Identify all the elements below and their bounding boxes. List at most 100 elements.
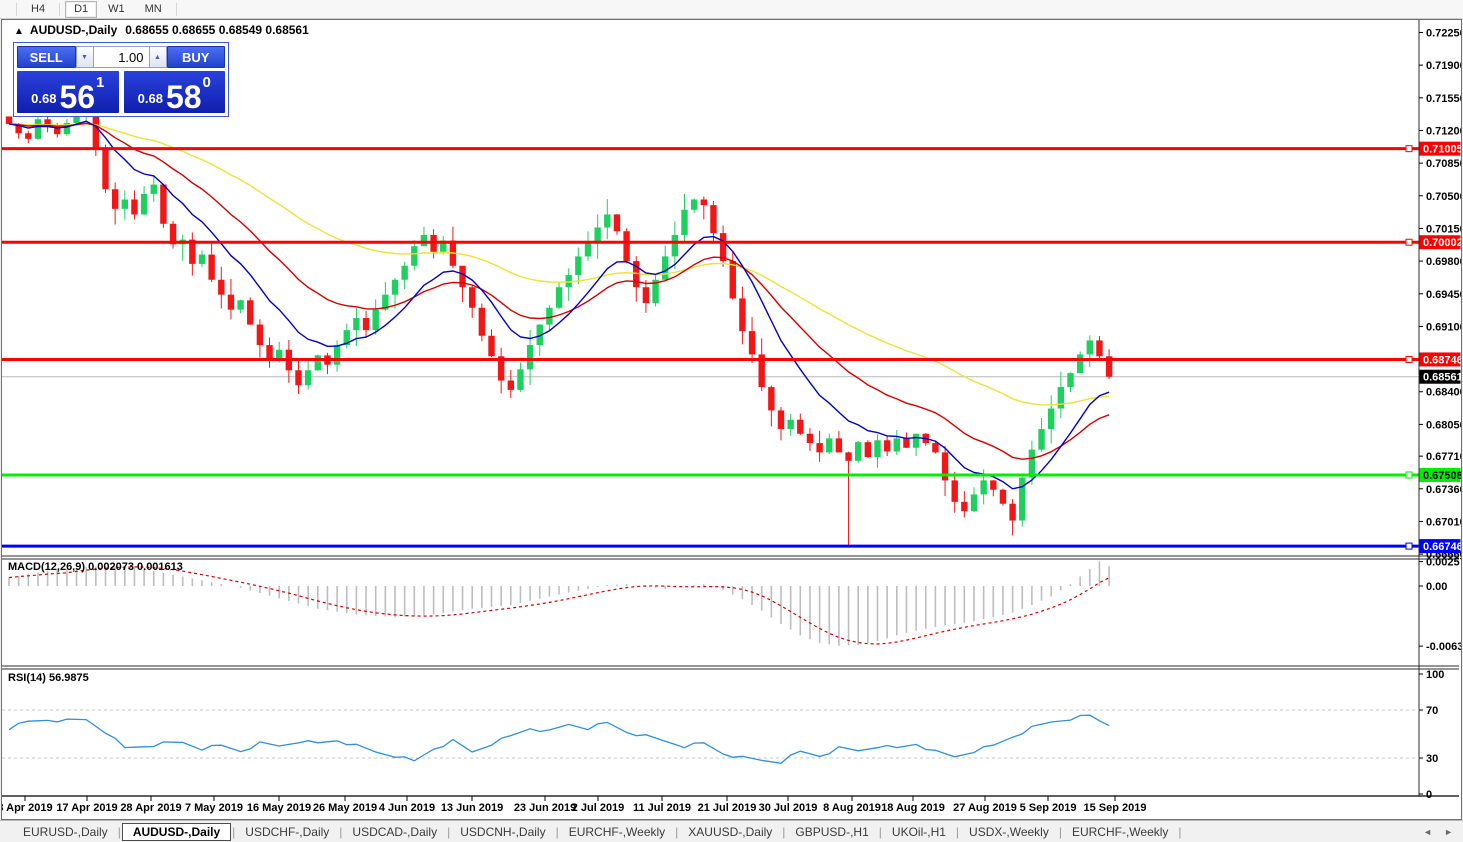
- price-tick-label: 0.71900: [1426, 60, 1461, 72]
- price-tick-label: 0.68400: [1426, 387, 1461, 399]
- candle-body: [835, 438, 843, 453]
- timeframe-button-mn[interactable]: MN: [136, 1, 171, 18]
- macd-tick-label: -0.006326: [1426, 641, 1461, 653]
- buy-button[interactable]: BUY: [166, 46, 225, 68]
- candle-body: [1009, 503, 1016, 521]
- candle-body: [333, 345, 341, 365]
- candle-body: [526, 345, 534, 370]
- candle-body: [951, 480, 958, 502]
- price-tick-label: 0.70850: [1426, 158, 1461, 170]
- chart-tab-gbpusd-h1[interactable]: GBPUSD-,H1: [786, 824, 877, 840]
- volume-input[interactable]: [93, 46, 149, 68]
- price-tick-label: 0.72250: [1426, 27, 1461, 39]
- candle-body: [575, 256, 582, 276]
- candle-body: [1067, 373, 1074, 388]
- sell-price-big: 56: [59, 78, 96, 115]
- candle-body: [304, 370, 312, 386]
- chart-tab-eurchf-weekly[interactable]: EURCHF-,Weekly: [560, 824, 674, 840]
- hline-anchor: [1405, 238, 1413, 246]
- chart-tab-xauusd-daily[interactable]: XAUUSD-,Daily: [679, 824, 781, 840]
- candle-body: [469, 287, 476, 308]
- candle-body: [777, 410, 785, 430]
- macd-indicator-label: MACD(12,26,9) 0.002073 0.001613: [8, 561, 183, 573]
- sell-quote-tile[interactable]: 0.68 56 1: [17, 71, 119, 113]
- price-tick-label: 0.67360: [1426, 484, 1461, 496]
- chart-tab-usdcad-daily[interactable]: USDCAD-,Daily: [343, 824, 446, 840]
- candle-body: [990, 480, 997, 490]
- macd-pane: 0.002574 0.00 -0.006326: [8, 557, 1461, 653]
- chart-window: 0.72250 0.71900 0.71550 0.71200 0.70850 0.705…: [1, 19, 1462, 820]
- chart-tab-audusd-daily[interactable]: AUDUSD-,Daily: [121, 822, 232, 841]
- date-tick-label: 16 May 2019: [247, 802, 311, 814]
- svg-text:0.68561: 0.68561: [1423, 372, 1461, 384]
- svg-text:0.66746: 0.66746: [1423, 541, 1461, 553]
- candle-body: [893, 438, 900, 452]
- date-tick-label: 21 Jul 2019: [698, 802, 757, 814]
- date-tick-label: 26 May 2019: [313, 802, 377, 814]
- candle-body: [362, 318, 370, 331]
- candle-body: [845, 452, 852, 461]
- candle-body: [1019, 477, 1026, 521]
- buy-price-big: 58: [165, 78, 202, 115]
- date-tick-label: 27 Aug 2019: [953, 802, 1017, 814]
- volume-increase-button[interactable]: ▲: [148, 46, 167, 68]
- candle-body: [1038, 429, 1045, 450]
- candle-body: [980, 480, 987, 495]
- date-tick-label: 4 Jun 2019: [379, 802, 435, 814]
- date-tick-label: 7 May 2019: [185, 802, 243, 814]
- candle-body: [420, 234, 428, 247]
- date-tick-label: 15 Sep 2019: [1084, 802, 1147, 814]
- chart-tab-eurusd-daily[interactable]: EURUSD-,Daily: [14, 824, 117, 840]
- buy-price-prefix: 0.68: [137, 91, 163, 106]
- candle-body: [1057, 387, 1065, 409]
- timeframe-button-w1[interactable]: W1: [99, 1, 134, 18]
- svg-text:0.70002: 0.70002: [1423, 237, 1461, 249]
- candle-body: [401, 265, 408, 280]
- chart-tab-usdchf-daily[interactable]: USDCHF-,Daily: [236, 824, 338, 840]
- candle-body: [748, 331, 756, 355]
- candle-body: [662, 256, 669, 280]
- candle-body: [797, 419, 804, 434]
- candle-body: [700, 199, 707, 206]
- candle-body: [874, 440, 881, 458]
- hline-anchor: [1405, 355, 1413, 363]
- hline-anchor: [1405, 471, 1413, 479]
- chart-tab-ukoil-h1[interactable]: UKOil-,H1: [883, 824, 955, 840]
- chart-tab-eurchf-weekly[interactable]: EURCHF-,Weekly: [1063, 824, 1177, 840]
- rsi-tick-label: 0: [1426, 789, 1432, 801]
- candle-body: [391, 279, 399, 295]
- rsi-tick-label: 30: [1426, 753, 1438, 765]
- candle-body: [353, 318, 360, 331]
- price-tick-label: 0.67710: [1426, 451, 1461, 463]
- candle-body: [710, 205, 717, 234]
- volume-decrease-button[interactable]: ▼: [75, 46, 94, 68]
- date-tick-label: 13 Jun 2019: [441, 802, 503, 814]
- buy-quote-tile[interactable]: 0.68 58 0: [123, 71, 225, 115]
- rsi-tick-label: 70: [1426, 705, 1438, 717]
- tab-scroll-right-icon[interactable]: ►: [1444, 827, 1453, 837]
- candle-body: [912, 433, 920, 448]
- date-tick-label: 5 Sep 2019: [1020, 802, 1077, 814]
- hline-anchor: [1405, 145, 1413, 153]
- candle-body: [218, 279, 225, 295]
- svg-text:0.68746: 0.68746: [1423, 354, 1461, 366]
- macd-signal-line: [8, 566, 1110, 645]
- chart-tab-usdx-weekly[interactable]: USDX-,Weekly: [960, 824, 1058, 840]
- price-tick-label: 0.69450: [1426, 289, 1461, 301]
- rsi-line: [8, 714, 1110, 764]
- collapse-trade-panel-icon[interactable]: ▲: [14, 26, 24, 37]
- sell-button[interactable]: SELL: [17, 46, 76, 68]
- chart-tab-usdcnh-daily[interactable]: USDCNH-,Daily: [451, 824, 554, 840]
- candle-body: [131, 199, 138, 215]
- candle-body: [25, 133, 32, 139]
- timeframe-button-h4[interactable]: H4: [22, 1, 54, 18]
- candle-body: [584, 242, 592, 257]
- ohlc-values: 0.68655 0.68655 0.68549 0.68561: [125, 23, 309, 37]
- candle-body: [1096, 340, 1103, 357]
- candle-body: [970, 494, 978, 512]
- date-tick-label: 11 Jul 2019: [633, 802, 691, 814]
- tab-scroll-left-icon[interactable]: ◄: [1423, 827, 1432, 837]
- timeframe-button-d1[interactable]: D1: [65, 0, 98, 18]
- candle-body: [237, 300, 244, 310]
- price-chart-canvas[interactable]: 0.72250 0.71900 0.71550 0.71200 0.70850 0.705…: [2, 20, 1461, 817]
